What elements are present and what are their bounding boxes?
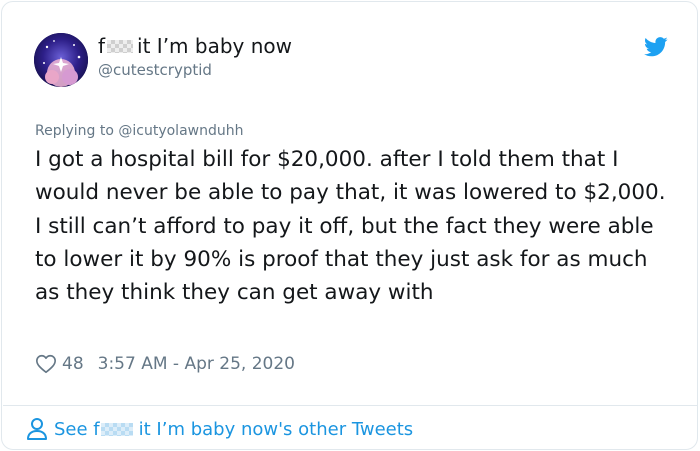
like-count[interactable]: 48	[62, 354, 84, 374]
author-avatar[interactable]	[34, 33, 88, 87]
tweet-card: f it I’m baby now @cutestcryptid Replyin…	[1, 1, 698, 450]
replying-to-label[interactable]: Replying to @icutyolawnduhh	[35, 121, 243, 141]
tweet-text: I got a hospital bill for $20,000. after…	[35, 147, 666, 306]
person-icon	[27, 418, 47, 440]
see-link-end: it I’m baby now's other Tweets	[138, 418, 414, 440]
censored-pixelation	[107, 39, 134, 53]
see-link-start: See f	[54, 418, 100, 440]
display-name-start: f	[98, 34, 106, 58]
author-display-name[interactable]: f it I’m baby now	[98, 33, 292, 59]
tweet-meta: 48 3:57 AM - Apr 25, 2020	[35, 352, 295, 376]
author-handle[interactable]: @cutestcryptid	[98, 60, 212, 80]
tweet-timestamp[interactable]: 3:57 AM - Apr 25, 2020	[98, 354, 295, 374]
heart-icon[interactable]	[35, 353, 57, 375]
see-other-tweets-link[interactable]: See f it I’m baby now's other Tweets	[26, 416, 413, 442]
sparkle-avatar-icon	[34, 33, 88, 87]
censored-pixelation	[100, 422, 133, 436]
display-name-end: it I’m baby now	[137, 34, 293, 58]
twitter-bird-icon[interactable]	[644, 36, 668, 58]
footer-divider	[3, 405, 698, 406]
